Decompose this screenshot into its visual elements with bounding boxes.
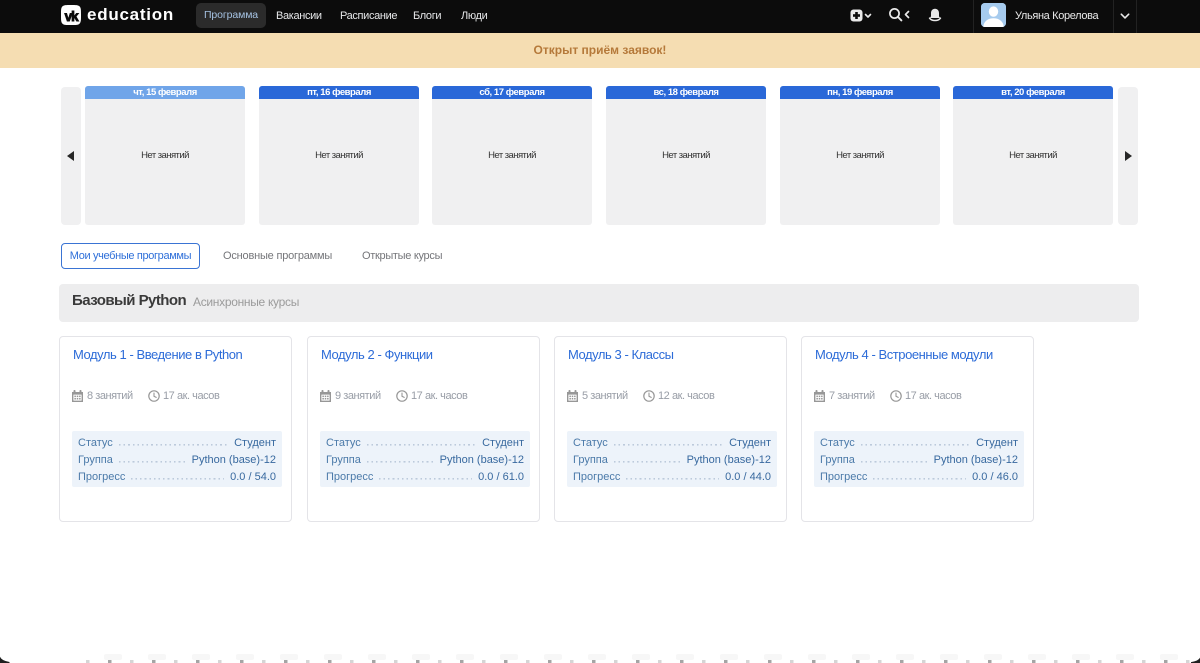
svg-text:vk: vk <box>65 9 80 24</box>
